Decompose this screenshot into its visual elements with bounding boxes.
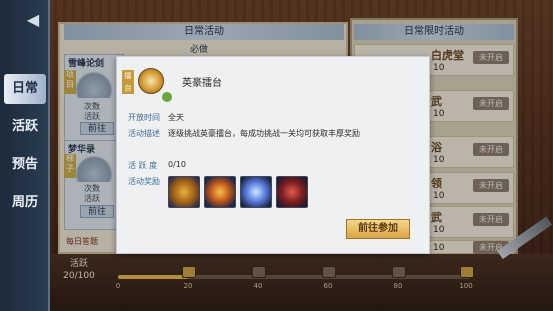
reward-item-icon[interactable] bbox=[240, 176, 272, 208]
join-activity-button[interactable]: 前往参加 bbox=[346, 219, 410, 239]
arena-activity-icon bbox=[138, 68, 164, 94]
status-dot-icon bbox=[162, 92, 172, 102]
back-arrow-icon[interactable]: ◀ bbox=[20, 10, 46, 30]
description-label: 活动描述 bbox=[128, 129, 160, 138]
nav-item-preview[interactable]: 预告 bbox=[4, 150, 46, 180]
open-time-label: 开放时间 bbox=[128, 113, 160, 122]
nav-item-calendar[interactable]: 周历 bbox=[4, 188, 46, 218]
modal-title: 英豪擂台 bbox=[182, 78, 222, 89]
activity-points-value: 0/10 bbox=[168, 160, 186, 169]
reward-item-icon[interactable] bbox=[204, 176, 236, 208]
open-time-value: 全天 bbox=[168, 113, 184, 122]
description-value: 逐级挑战英豪擂台，每成功挑战一关均可获取丰厚奖励 bbox=[168, 129, 360, 138]
nav-item-active[interactable]: 活跃 bbox=[4, 112, 46, 142]
activity-points-label: 活 跃 度 bbox=[128, 161, 158, 170]
reward-item-icon[interactable] bbox=[168, 176, 200, 208]
nav-item-daily[interactable]: 日常 bbox=[4, 74, 46, 104]
activity-type-tag: 擂台 bbox=[122, 70, 134, 94]
reward-item-icon[interactable] bbox=[276, 176, 308, 208]
rewards-label: 活动奖励 bbox=[128, 177, 160, 186]
